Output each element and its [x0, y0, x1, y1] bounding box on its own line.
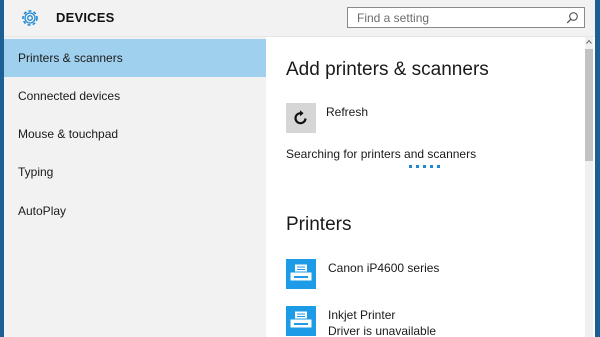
- sidebar-item-label: Typing: [18, 165, 54, 179]
- refresh-icon: [294, 110, 307, 125]
- sidebar-item-connected-devices[interactable]: Connected devices: [4, 77, 266, 115]
- progress-dot: [409, 165, 412, 168]
- sidebar-item-printers-scanners[interactable]: Printers & scanners: [4, 39, 266, 77]
- printer-name[interactable]: Inkjet Printer: [328, 308, 395, 322]
- sidebar-item-autoplay[interactable]: AutoPlay: [4, 192, 266, 230]
- progress-dot: [423, 165, 426, 168]
- search-placeholder: Find a setting: [357, 11, 430, 25]
- page-title: DEVICES: [56, 10, 115, 25]
- sidebar-item-mouse-touchpad[interactable]: Mouse & touchpad: [4, 115, 266, 153]
- searching-status: Searching for printers and scanners: [286, 147, 477, 161]
- printer-name[interactable]: Canon iP4600 series: [328, 261, 439, 275]
- search-input[interactable]: Find a setting: [347, 7, 585, 28]
- progress-dot: [416, 165, 419, 168]
- sidebar: Printers & scanners Connected devices Mo…: [4, 37, 266, 337]
- refresh-label[interactable]: Refresh: [326, 105, 368, 119]
- printer-status: Driver is unavailable: [328, 324, 437, 337]
- gear-icon: [22, 10, 38, 26]
- add-printers-heading: Add printers & scanners: [286, 59, 489, 80]
- scrollbar[interactable]: [585, 37, 593, 337]
- progress-dots: [409, 165, 445, 169]
- progress-dot: [430, 165, 433, 168]
- title-bar: DEVICES Find a setting: [4, 0, 595, 37]
- settings-window: DEVICES Find a setting Printers & scanne…: [4, 0, 595, 337]
- progress-dot: [437, 165, 440, 168]
- refresh-button[interactable]: [286, 103, 316, 133]
- sidebar-item-label: Mouse & touchpad: [18, 127, 119, 141]
- main-content: Add printers & scanners Refresh Searchin…: [266, 37, 595, 337]
- sidebar-item-label: AutoPlay: [18, 204, 67, 218]
- sidebar-item-typing[interactable]: Typing: [4, 153, 266, 191]
- chevron-up-icon[interactable]: [586, 39, 592, 45]
- sidebar-item-label: Printers & scanners: [18, 51, 123, 65]
- printer-icon[interactable]: [286, 259, 316, 289]
- printers-heading: Printers: [286, 214, 352, 235]
- scrollbar-thumb[interactable]: [585, 49, 593, 161]
- sidebar-item-label: Connected devices: [18, 89, 121, 103]
- printer-icon[interactable]: [286, 306, 316, 336]
- search-icon[interactable]: [566, 11, 579, 24]
